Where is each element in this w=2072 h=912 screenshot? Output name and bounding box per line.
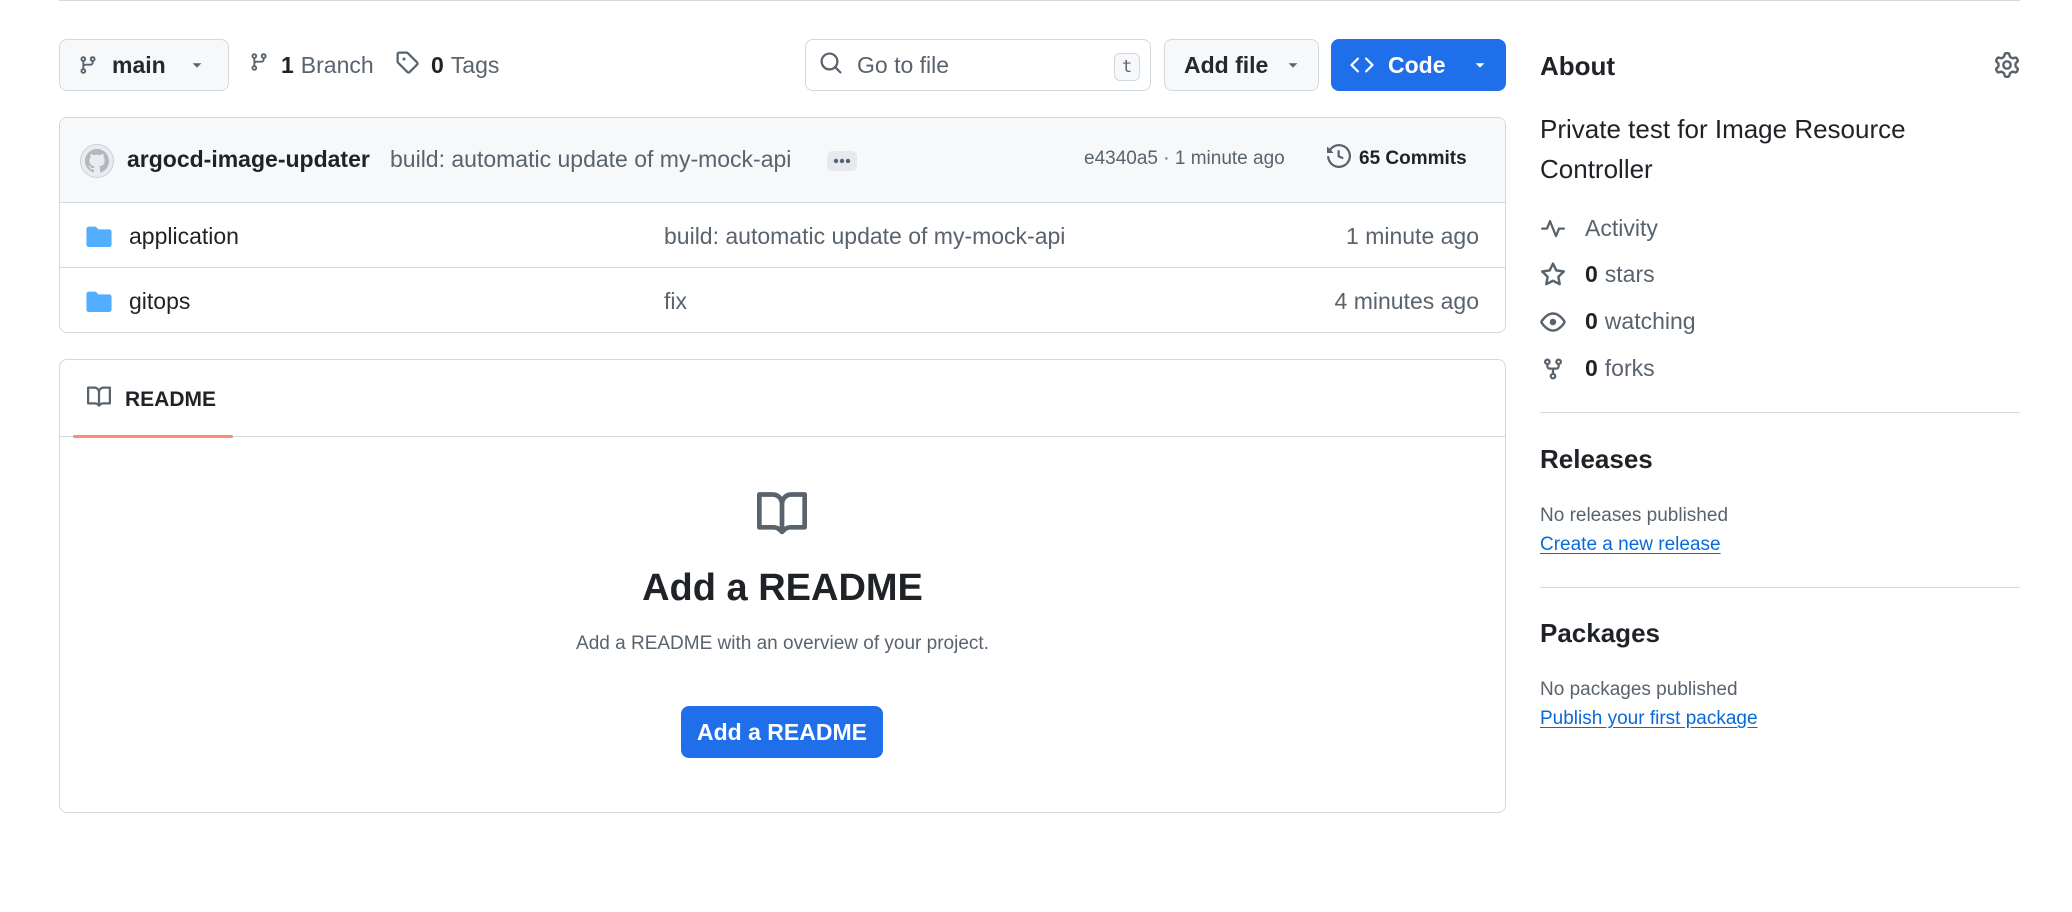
tab-readme[interactable]: README — [86, 385, 216, 415]
eye-icon — [1540, 309, 1566, 335]
code-label: Code — [1388, 51, 1446, 78]
commit-sha-time[interactable]: e4340a5 · 1 minute ago — [1084, 148, 1285, 170]
forks-link[interactable]: 0 forks — [1540, 355, 1655, 382]
file-commit-time: 1 minute ago — [1346, 223, 1479, 249]
create-release-link[interactable]: Create a new release — [1540, 534, 1721, 556]
branch-selector-button[interactable]: main — [59, 39, 229, 91]
commits-count: 65 Commits — [1359, 148, 1467, 169]
readme-panel: README Add a README Add a README with an… — [59, 359, 1506, 813]
forks-label: forks — [1604, 355, 1655, 381]
readme-empty-state: Add a README Add a README with an overvi… — [60, 437, 1505, 812]
about-heading: About — [1540, 51, 1616, 81]
releases-note: No releases published — [1540, 505, 1729, 526]
chevron-down-icon — [1286, 58, 1300, 72]
folder-icon — [86, 225, 112, 252]
star-icon — [1540, 261, 1566, 288]
chevron-down-icon — [190, 58, 204, 72]
watching-link[interactable]: 0 watching — [1540, 308, 1696, 335]
go-to-file-input[interactable]: Go to file t — [805, 39, 1151, 91]
pulse-icon — [1540, 217, 1566, 241]
search-icon — [819, 51, 843, 80]
ellipsis-icon — [833, 158, 851, 164]
packages-heading[interactable]: Packages — [1540, 618, 1660, 649]
search-placeholder: Go to file — [857, 51, 950, 78]
file-commit-message-link[interactable]: build: automatic update of my-mock-api — [664, 223, 1065, 250]
tags-link[interactable]: 0 Tags — [395, 39, 499, 91]
add-file-button[interactable]: Add file — [1164, 39, 1319, 91]
tag-count: 0 — [431, 51, 444, 78]
file-commit-message-link[interactable]: fix — [664, 288, 687, 315]
branch-name: main — [112, 51, 166, 78]
activity-link[interactable]: Activity — [1540, 215, 1658, 242]
tag-label: Tags — [450, 51, 500, 78]
avatar[interactable] — [80, 144, 114, 178]
publish-package-link[interactable]: Publish your first package — [1540, 708, 1758, 730]
keyboard-shortcut-hint: t — [1114, 53, 1140, 81]
file-name-link[interactable]: application — [129, 223, 239, 250]
branch-count: 1 — [281, 51, 294, 78]
stars-label: stars — [1604, 261, 1655, 287]
latest-commit-bar: argocd-image-updater build: automatic up… — [60, 118, 1505, 203]
commit-author-link[interactable]: argocd-image-updater — [127, 146, 370, 173]
folder-icon — [86, 290, 112, 317]
add-readme-button[interactable]: Add a README — [681, 706, 883, 758]
stars-link[interactable]: 0 stars — [1540, 261, 1655, 288]
file-name-link[interactable]: gitops — [129, 288, 190, 315]
code-button[interactable]: Code — [1331, 39, 1506, 91]
packages-note: No packages published — [1540, 679, 1738, 700]
book-icon — [86, 385, 112, 415]
branches-link[interactable]: 1 Branch — [249, 39, 374, 91]
watching-label: watching — [1604, 308, 1696, 334]
readme-empty-title: Add a README — [642, 567, 923, 609]
activity-label: Activity — [1585, 215, 1658, 241]
top-divider — [59, 0, 2020, 1]
stars-count: 0 — [1585, 261, 1598, 287]
tag-icon — [395, 50, 419, 80]
repo-description: Private test for Image Resource Controll… — [1540, 114, 1906, 184]
file-listing: argocd-image-updater build: automatic up… — [59, 117, 1506, 333]
releases-heading[interactable]: Releases — [1540, 444, 1653, 475]
fork-icon — [1540, 356, 1566, 382]
sidebar-divider — [1540, 412, 2020, 413]
file-commit-time: 4 minutes ago — [1334, 288, 1479, 314]
watching-count: 0 — [1585, 308, 1598, 334]
git-branch-icon — [249, 50, 269, 80]
code-icon — [1350, 53, 1374, 77]
readme-tab-label: README — [125, 388, 217, 411]
gear-icon[interactable] — [1994, 52, 2020, 83]
repo-toolbar: main 1 Branch 0 Tags Go to file t Add fi… — [59, 39, 1506, 91]
table-row: application build: automatic update of m… — [60, 203, 1505, 268]
add-file-label: Add file — [1184, 51, 1269, 78]
readme-header: README — [60, 360, 1505, 438]
table-row: gitops fix 4 minutes ago — [60, 268, 1505, 332]
chevron-down-icon — [1473, 58, 1487, 72]
git-branch-icon — [78, 53, 98, 77]
forks-count: 0 — [1585, 355, 1598, 381]
sidebar-divider — [1540, 587, 2020, 588]
branch-label: Branch — [300, 51, 374, 78]
readme-empty-subtitle: Add a README with an overview of your pr… — [576, 633, 989, 654]
commit-message-link[interactable]: build: automatic update of my-mock-api — [390, 146, 791, 173]
history-icon — [1327, 143, 1352, 174]
commits-history-link[interactable]: 65 Commits — [1327, 143, 1467, 174]
expand-commit-message-button[interactable] — [827, 151, 857, 171]
book-icon — [754, 489, 810, 544]
